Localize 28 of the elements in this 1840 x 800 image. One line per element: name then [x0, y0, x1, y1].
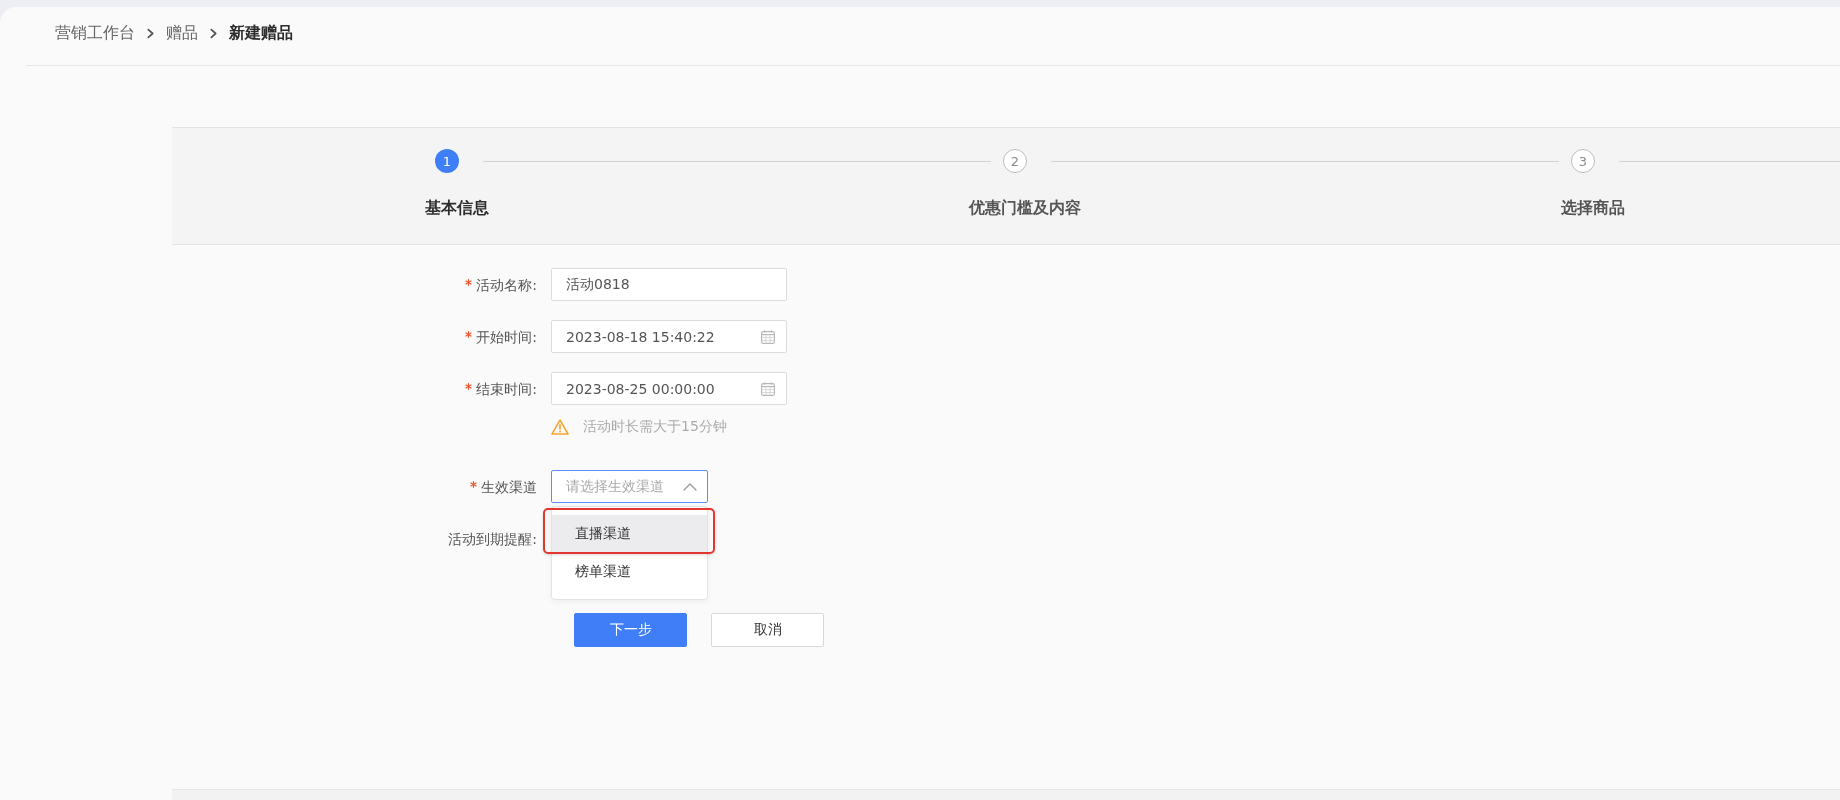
date-time-input[interactable]: 2023-08-25 00:00:00 [551, 372, 787, 405]
text-input[interactable]: 活动0818 [551, 268, 787, 301]
calendar-icon [761, 381, 775, 396]
chevron-up-icon [683, 482, 697, 491]
field-label: 开始时间: [476, 327, 537, 347]
field-label: 活动名称: [476, 275, 537, 295]
dropdown-option[interactable]: 榜单渠道 [552, 553, 707, 591]
step-number: 2 [1003, 149, 1027, 173]
step-number: 1 [435, 149, 459, 173]
warning-message: 活动时长需大于15分钟 [583, 418, 727, 436]
chevron-right-icon [147, 27, 154, 39]
breadcrumb-link[interactable]: 营销工作台 [55, 22, 135, 44]
chevron-right-icon [210, 27, 217, 39]
warning-icon [551, 419, 569, 435]
step-label: 优惠门槛及内容 [969, 197, 1081, 219]
cancel-button[interactable]: 取消 [711, 613, 824, 647]
breadcrumb-link[interactable]: 赠品 [166, 22, 198, 44]
dropdown-option[interactable]: 直播渠道 [552, 515, 707, 553]
calendar-icon [761, 329, 775, 344]
next-step-button[interactable]: 下一步 [574, 613, 687, 647]
step-label: 选择商品 [1561, 197, 1625, 219]
breadcrumb-current: 新建赠品 [229, 22, 293, 44]
field-label: 活动到期提醒: [448, 529, 537, 549]
step-label: 基本信息 [425, 197, 489, 219]
date-time-input[interactable]: 2023-08-18 15:40:22 [551, 320, 787, 353]
field-label: 结束时间: [476, 379, 537, 399]
field-label: 生效渠道 [481, 477, 537, 497]
step-number: 3 [1571, 149, 1595, 173]
